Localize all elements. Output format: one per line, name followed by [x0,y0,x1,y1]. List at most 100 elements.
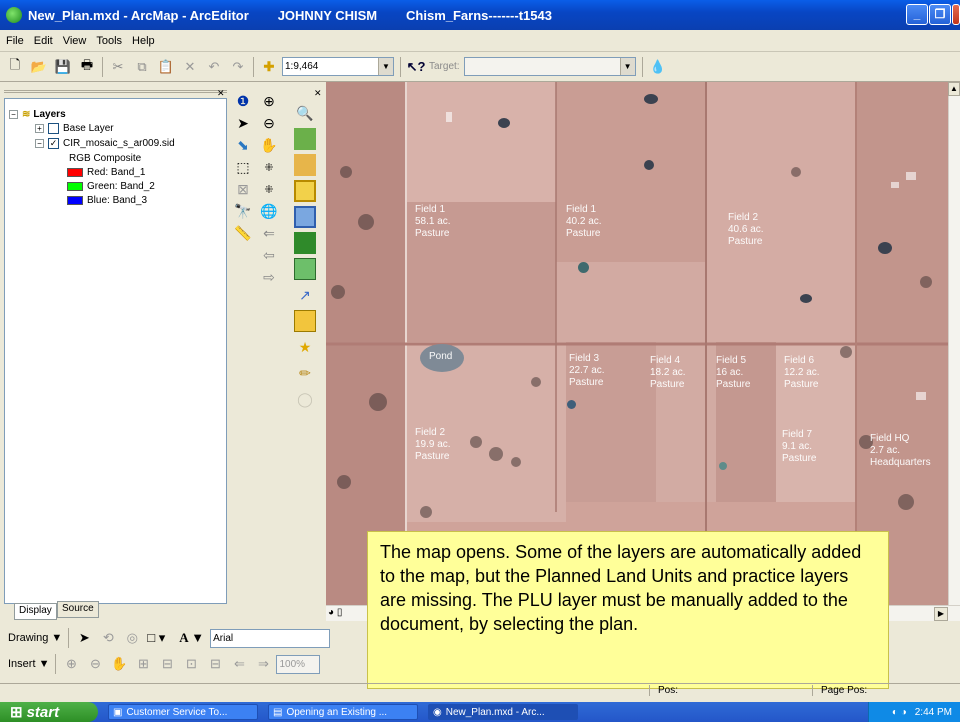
menu-help[interactable]: Help [132,35,155,47]
print-icon[interactable]: 🖶 [78,57,96,76]
layout-pan-icon[interactable]: ✋ [110,655,128,673]
insert-menu[interactable]: Insert ▼ [8,658,49,670]
menu-edit[interactable]: Edit [34,35,53,47]
layout-back-icon[interactable]: ⇐ [230,655,248,673]
menu-bar: File Edit View Tools Help [0,30,960,52]
data-view-icon[interactable]: ◕ ▯ [328,607,342,618]
layout-100-icon[interactable]: ⊟ [206,655,224,673]
layout-zoom-combo[interactable]: 100% [276,654,321,674]
rectangle-icon[interactable]: □ ▾ [147,629,165,647]
layer-raster[interactable]: − ✓ CIR_mosaic_s_ar009.sid [35,136,175,150]
task-opening-existing[interactable]: ▤ Opening an Existing ... [268,704,418,720]
calculator-icon[interactable] [294,310,316,332]
tab-source[interactable]: Source [57,601,99,618]
map-scale-combo[interactable]: 1:9,464 ▼ [282,57,394,76]
plu-icon[interactable] [294,154,316,176]
pencil-icon[interactable]: ✏ [294,362,316,384]
layer-base[interactable]: + Base Layer [35,121,114,135]
menu-view[interactable]: View [63,35,87,47]
pan-hand-icon[interactable]: ✋ [258,134,280,156]
plan-map-icon[interactable] [294,128,316,150]
layer-visibility-checkbox[interactable] [48,122,59,134]
blue-swatch [67,195,83,205]
expand-icon[interactable]: + [35,123,44,133]
select-plu-icon[interactable] [294,180,316,202]
collapse-icon[interactable]: − [35,138,44,148]
task-customer-service[interactable]: ▣ Customer Service To... [108,704,258,720]
identify-icon[interactable]: ❶ [232,90,254,112]
close-button[interactable] [952,4,960,25]
map-vertical-scrollbar[interactable]: ▲ [948,82,960,612]
plan-window-icon[interactable] [294,206,316,228]
measure-icon[interactable]: 📏 [232,222,254,244]
scroll-right-icon[interactable]: ▶ [934,607,948,621]
clear-selection-icon[interactable]: ⊠ [232,178,254,200]
tab-display[interactable]: Display [14,603,57,620]
select-elements-icon[interactable]: ➤ [75,629,93,647]
circle-icon[interactable]: ◯ [294,388,316,410]
star-icon[interactable]: ★ [294,336,316,358]
cut-icon[interactable]: ✂ [109,58,127,76]
scroll-up-icon[interactable]: ▲ [948,82,960,96]
previous-extent-icon[interactable]: ⇦ [258,244,280,266]
tray-icons[interactable]: ◐ ◑ [892,707,907,718]
layout-fixed-zoom-in-icon[interactable]: ⊞ [134,655,152,673]
layout-zoom-out-icon[interactable]: ⊖ [86,655,104,673]
redo-icon[interactable]: ↷ [229,58,247,76]
layer-label: CIR_mosaic_s_ar009.sid [63,137,175,149]
paste-icon[interactable]: 📋 [157,58,175,76]
full-extent-globe-icon[interactable]: 🌐 [258,200,280,222]
practice-icon[interactable] [294,232,316,254]
start-button[interactable]: ⊞ start [0,702,98,722]
layout-forward-icon[interactable]: ⇒ [254,655,272,673]
maximize-button[interactable]: ❐ [929,4,951,25]
close-icon[interactable]: ✕ [314,88,322,99]
layout-fixed-zoom-out-icon[interactable]: ⊟ [158,655,176,673]
layers-root[interactable]: − ≋ Layers [9,107,66,121]
zoom-whole-page-icon[interactable]: ◎ [123,629,141,647]
line-tool-icon[interactable]: ↗ [294,284,316,306]
menu-file[interactable]: File [6,35,24,47]
text-tool[interactable]: A ▼ [179,629,204,647]
layout-zoom-in-icon[interactable]: ⊕ [62,655,80,673]
minimize-button[interactable]: _ [906,4,928,25]
app-icon: ▣ [113,706,123,718]
whats-this-help-icon[interactable]: ↖? [407,58,426,76]
close-icon[interactable]: ✕ [217,88,225,99]
menu-tools[interactable]: Tools [96,35,122,47]
delete-icon[interactable]: ✕ [181,58,199,76]
font-combo[interactable]: Arial [210,628,331,648]
fixed-zoom-in-icon[interactable]: ⁜ [258,156,280,178]
select-features-icon[interactable]: ⬊ [232,134,254,156]
drawing-menu[interactable]: Drawing ▼ [8,632,62,644]
layout-whole-page-icon[interactable]: ⊡ [182,655,200,673]
arctoolbox-icon[interactable]: 💧 [649,58,667,76]
system-tray: ◐ ◑ 2:44 PM [868,702,960,722]
go-back-extent-icon[interactable]: ⇐ [258,222,280,244]
open-folder-icon[interactable]: 📂 [30,58,48,76]
band-row: Red: Band_1 [67,165,145,179]
select-elements-icon[interactable]: ⬚ [232,156,254,178]
task-arcmap[interactable]: ◉ New_Plan.mxd - Arc... [428,704,578,720]
collapse-icon[interactable]: − [9,109,18,119]
save-icon[interactable]: 💾 [54,58,72,76]
add-data-icon[interactable]: ✚ [260,58,278,76]
undo-icon[interactable]: ↶ [205,58,223,76]
chevron-down-icon[interactable]: ▼ [619,58,635,75]
zoom-out-icon[interactable]: ⊖ [258,112,280,134]
map-edit-icon[interactable] [294,258,316,280]
copy-icon[interactable]: ⧉ [133,58,151,76]
magnifier-icon[interactable]: 🔍 [294,102,316,124]
select-arrow-icon[interactable]: ➤ [232,112,254,134]
new-document-icon[interactable]: 🗋 [6,57,24,76]
find-binoculars-icon[interactable]: 🔭 [232,200,254,222]
layer-visibility-checkbox[interactable]: ✓ [48,137,59,149]
next-extent-icon[interactable]: ⇨ [258,266,280,288]
zoom-in-icon[interactable]: ⊕ [258,90,280,112]
windows-logo-icon: ⊞ [10,704,23,721]
rotate-icon[interactable]: ⟲ [99,629,117,647]
target-combo[interactable]: ▼ [463,57,636,76]
fixed-zoom-out-icon[interactable]: ⁜ [258,178,280,200]
arcmap-globe-icon: ◉ [433,706,442,718]
chevron-down-icon[interactable]: ▼ [378,58,393,75]
